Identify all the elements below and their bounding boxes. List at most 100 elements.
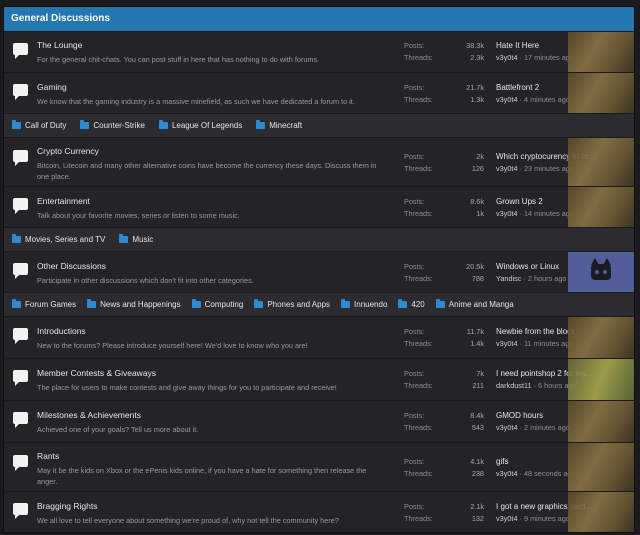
latest-user-link[interactable]: v3y0t4 [496, 164, 518, 173]
forum-title[interactable]: Crypto Currency [37, 146, 377, 156]
threads-count: 788 [471, 274, 484, 283]
threads-label: Threads: [404, 164, 433, 173]
forum-row[interactable]: Gaming We know that the gaming industry … [4, 72, 634, 113]
forum-row[interactable]: Other Discussions Participate in other d… [4, 251, 634, 292]
folder-icon [435, 299, 445, 308]
subforum-link[interactable]: Call of Duty [12, 120, 66, 130]
latest-user-link[interactable]: v3y0t4 [496, 53, 518, 62]
avatar[interactable] [568, 443, 634, 491]
subforum-link[interactable]: News and Happenings [87, 299, 181, 309]
avatar[interactable] [568, 317, 634, 358]
forum-row[interactable]: Crypto Currency Bitcoin, Litecoin and ma… [4, 137, 634, 186]
posts-label: Posts: [404, 411, 425, 420]
forum-stats: Posts: 11.7k Threads: 1.4k [404, 326, 484, 350]
threads-count: 1.4k [470, 339, 484, 348]
forum-icon [13, 43, 28, 59]
forum-title[interactable]: Entertainment [37, 196, 377, 206]
latest-time: 14 minutes ago [524, 209, 574, 218]
posts-label: Posts: [404, 41, 425, 50]
avatar[interactable] [568, 359, 634, 400]
latest-time: 11 minutes ago [524, 339, 574, 348]
subforum-link[interactable]: Forum Games [12, 299, 76, 309]
threads-count: 543 [471, 423, 484, 432]
latest-time: 2 hours ago [527, 274, 567, 283]
avatar[interactable] [568, 73, 634, 113]
subforum-list: Call of Duty Counter-Strike League Of Le… [4, 113, 634, 137]
latest-user-link[interactable]: darkdust11 [496, 381, 532, 390]
latest-user-link[interactable]: v3y0t4 [496, 469, 518, 478]
subforum-link[interactable]: 420 [398, 299, 425, 309]
subforum-link[interactable]: League Of Legends [158, 120, 242, 130]
forum-stats: Posts: 2.1k Threads: 132 [404, 501, 484, 525]
threads-label: Threads: [404, 274, 433, 283]
forum-title[interactable]: Gaming [37, 82, 377, 92]
posts-label: Posts: [404, 502, 425, 511]
avatar[interactable] [568, 492, 634, 532]
forum-description: Achieved one of your goals? Tell us more… [37, 425, 199, 434]
avatar[interactable] [568, 32, 634, 72]
threads-label: Threads: [404, 514, 433, 523]
latest-user-link[interactable]: v3y0t4 [496, 95, 518, 104]
forum-description: Bitcoin, Litecoin and many other alterna… [37, 161, 377, 181]
latest-user-link[interactable]: v3y0t4 [496, 514, 518, 523]
forum-description: New to the forums? Please introduce your… [37, 341, 308, 350]
threads-label: Threads: [404, 209, 433, 218]
forum-icon [13, 370, 28, 386]
forum-stats: Posts: 4.1k Threads: 238 [404, 456, 484, 480]
subforum-link[interactable]: Anime and Manga [435, 299, 514, 309]
avatar[interactable] [568, 401, 634, 442]
forum-stats: Posts: 38.3k Threads: 2.3k [404, 40, 484, 64]
forum-title[interactable]: Other Discussions [37, 261, 377, 271]
forum-row[interactable]: Member Contests & Giveaways The place fo… [4, 358, 634, 400]
latest-user-link[interactable]: Yandisc [496, 274, 521, 283]
forum-row[interactable]: Introductions New to the forums? Please … [4, 316, 634, 358]
subforum-link[interactable]: Innuendo [341, 299, 387, 309]
threads-count: 126 [471, 164, 484, 173]
posts-count: 20.5k [466, 262, 484, 271]
folder-icon [12, 120, 21, 129]
forum-description: The place for users to make contests and… [37, 383, 337, 392]
forum-row[interactable]: Entertainment Talk about your favorite m… [4, 186, 634, 227]
subforum-link[interactable]: Computing [191, 299, 243, 309]
posts-label: Posts: [404, 197, 425, 206]
latest-user-link[interactable]: v3y0t4 [496, 339, 518, 348]
posts-count: 2k [476, 152, 484, 161]
forum-title[interactable]: Introductions [37, 326, 377, 336]
avatar[interactable] [568, 252, 634, 292]
subforum-link[interactable]: Movies, Series and TV [12, 234, 105, 244]
subforum-link[interactable]: Music [119, 234, 153, 244]
posts-count: 38.3k [466, 41, 484, 50]
threads-label: Threads: [404, 423, 433, 432]
folder-icon [80, 120, 90, 129]
folder-icon [341, 299, 351, 308]
latest-time: 23 minutes ago [524, 164, 574, 173]
forum-row[interactable]: Rants May it be the kids on Xbox or the … [4, 442, 634, 491]
forum-row[interactable]: Bragging Rights We all love to tell ever… [4, 491, 634, 532]
latest-time: 4 minutes ago [524, 95, 570, 104]
subforum-list: Movies, Series and TV Music [4, 227, 634, 251]
forum-row[interactable]: Milestones & Achievements Achieved one o… [4, 400, 634, 442]
category-header[interactable]: General Discussions [4, 7, 634, 31]
avatar[interactable] [568, 187, 634, 227]
latest-user-link[interactable]: v3y0t4 [496, 423, 518, 432]
threads-label: Threads: [404, 469, 433, 478]
forum-title[interactable]: Rants [37, 451, 377, 461]
forum-title[interactable]: Milestones & Achievements [37, 410, 377, 420]
forum-row[interactable]: The Lounge For the general chit-chats. Y… [4, 31, 634, 72]
latest-user-link[interactable]: v3y0t4 [496, 209, 518, 218]
subforum-link[interactable]: Phones and Apps [254, 299, 330, 309]
forum-title[interactable]: The Lounge [37, 40, 377, 50]
threads-count: 1.3k [470, 95, 484, 104]
subforum-link[interactable]: Minecraft [256, 120, 302, 130]
subforum-link[interactable]: Counter-Strike [80, 120, 145, 130]
forum-title[interactable]: Member Contests & Giveaways [37, 368, 377, 378]
threads-label: Threads: [404, 53, 433, 62]
avatar[interactable] [568, 138, 634, 186]
forum-title[interactable]: Bragging Rights [37, 501, 377, 511]
forum-stats: Posts: 20.5k Threads: 788 [404, 261, 484, 285]
threads-count: 132 [471, 514, 484, 523]
subforum-list: Forum Games News and Happenings Computin… [4, 292, 634, 316]
posts-label: Posts: [404, 457, 425, 466]
folder-icon [256, 120, 266, 129]
forum-stats: Posts: 7k Threads: 211 [404, 368, 484, 392]
